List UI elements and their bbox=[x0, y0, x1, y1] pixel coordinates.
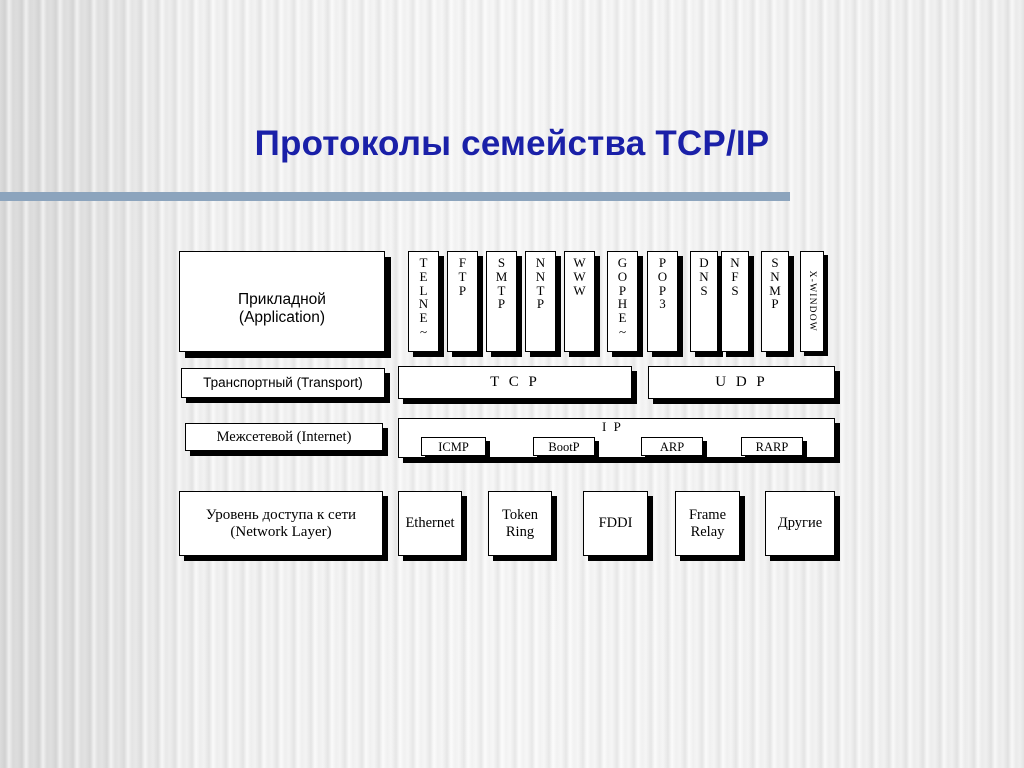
protocol-box-fddi: FDDI bbox=[583, 491, 648, 556]
protocol-box-tcp: T C P bbox=[398, 366, 632, 399]
protocol-chip-x-window-label: X-WINDOW bbox=[807, 270, 818, 333]
layer-label-application-line2: (Application) bbox=[238, 308, 326, 326]
protocol-box-frame-relay-line2: Relay bbox=[690, 523, 725, 540]
protocol-chip-dns-label: DNS bbox=[699, 255, 709, 298]
protocol-box-ethernet-label: Ethernet bbox=[405, 515, 455, 532]
protocol-box-token-ring-line1: Token bbox=[501, 507, 539, 524]
layer-label-internet: Межсетевой (Internet) bbox=[216, 428, 352, 445]
layer-box-application: Прикладной (Application) bbox=[179, 251, 385, 352]
protocol-box-tcp-label: T C P bbox=[490, 374, 540, 391]
layer-label-application-line1: Прикладной bbox=[238, 291, 326, 309]
protocol-chip-www-label: WWW bbox=[573, 255, 586, 298]
protocol-chip-pop3: POP3 bbox=[647, 251, 678, 352]
protocol-chip-ftp-label: FTP bbox=[458, 255, 467, 298]
protocol-chip-telnet: T E L N E ~ bbox=[408, 251, 439, 352]
protocol-chip-dns: DNS bbox=[690, 251, 718, 352]
layer-box-transport: Транспортный (Transport) bbox=[181, 368, 385, 398]
protocol-chip-ftp: FTP bbox=[447, 251, 478, 352]
protocol-chip-smtp: SMTP bbox=[486, 251, 517, 352]
protocol-chip-bootp-label: BootP bbox=[548, 439, 580, 454]
protocol-chip-smtp-label: SMTP bbox=[495, 255, 508, 312]
protocol-chip-rarp-label: RARP bbox=[755, 439, 789, 454]
protocol-container-ip-label: I P bbox=[602, 419, 623, 434]
protocol-box-udp-label: U D P bbox=[715, 374, 768, 391]
layer-box-network-access: Уровень доступа к сети (Network Layer) bbox=[179, 491, 383, 556]
protocol-box-other-label: Другие bbox=[777, 515, 823, 532]
protocol-box-token-ring: Token Ring bbox=[488, 491, 552, 556]
protocol-chip-x-window: X-WINDOW bbox=[800, 251, 824, 352]
layer-label-network-access-line2: (Network Layer) bbox=[230, 523, 332, 540]
protocol-chip-pop3-label: POP3 bbox=[657, 255, 668, 312]
protocol-chip-nfs: NFS bbox=[721, 251, 749, 352]
protocol-chip-rarp: RARP bbox=[741, 437, 803, 456]
protocol-chip-gopher-label: G O P H E ~ bbox=[617, 255, 628, 339]
protocol-box-fddi-label: FDDI bbox=[598, 515, 633, 532]
layer-box-internet: Межсетевой (Internet) bbox=[185, 423, 383, 451]
protocol-chip-bootp: BootP bbox=[533, 437, 595, 456]
protocol-container-ip: I P ICMP BootP ARP RARP bbox=[398, 418, 835, 458]
protocol-box-frame-relay-line1: Frame bbox=[688, 507, 727, 524]
protocol-chip-nntp-label: NNTP bbox=[535, 255, 546, 312]
layer-label-transport: Транспортный (Transport) bbox=[203, 375, 363, 391]
protocol-chip-gopher: G O P H E ~ bbox=[607, 251, 638, 352]
protocol-chip-snmp: SNMP bbox=[761, 251, 789, 352]
protocol-box-udp: U D P bbox=[648, 366, 835, 399]
protocol-box-ethernet: Ethernet bbox=[398, 491, 462, 556]
protocol-chip-snmp-label: SNMP bbox=[769, 255, 781, 312]
protocol-chip-telnet-label: T E L N E ~ bbox=[418, 255, 429, 339]
protocol-chip-arp: ARP bbox=[641, 437, 703, 456]
protocol-chip-nfs-label: NFS bbox=[730, 255, 740, 298]
protocol-chip-arp-label: ARP bbox=[659, 439, 685, 454]
protocol-box-frame-relay: Frame Relay bbox=[675, 491, 740, 556]
protocol-box-other: Другие bbox=[765, 491, 835, 556]
protocol-chip-www: WWW bbox=[564, 251, 595, 352]
tcpip-protocol-stack-diagram: Прикладной (Application) T E L N E ~ FTP SMTP… bbox=[0, 0, 1024, 768]
protocol-chip-icmp: ICMP bbox=[421, 437, 486, 456]
protocol-chip-nntp: NNTP bbox=[525, 251, 556, 352]
protocol-box-token-ring-line2: Ring bbox=[505, 523, 535, 540]
layer-label-network-access-line1: Уровень доступа к сети bbox=[205, 506, 357, 523]
protocol-chip-icmp-label: ICMP bbox=[438, 439, 469, 454]
